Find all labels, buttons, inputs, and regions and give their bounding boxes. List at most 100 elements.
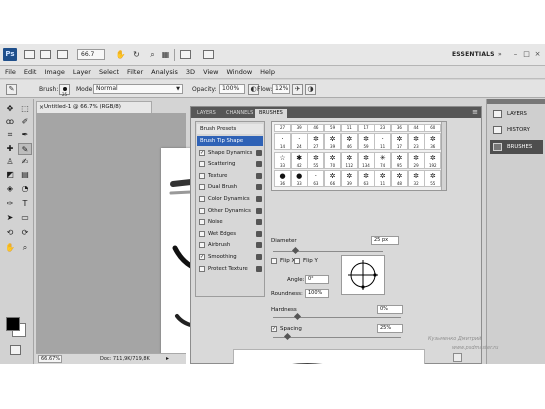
quick-mask-icon[interactable] xyxy=(10,345,21,355)
brush-tip-thumb[interactable]: ☆ 33 xyxy=(274,151,291,169)
3d-rotate-tool-icon[interactable]: ⟲ xyxy=(3,227,17,239)
arrange-documents-icon[interactable] xyxy=(180,50,191,59)
lock-icon[interactable] xyxy=(256,161,262,168)
rotate-view-icon[interactable]: ↻ xyxy=(131,49,142,60)
gradient-tool-icon[interactable]: ▤ xyxy=(18,169,32,181)
brush-tool-icon[interactable]: ✎ xyxy=(18,143,32,155)
shape-tool-icon[interactable]: ▭ xyxy=(18,212,32,224)
tab-channels[interactable]: CHANNELS xyxy=(222,109,257,118)
hand-tool-icon[interactable]: ✋ xyxy=(115,49,126,60)
setting-row[interactable]: Dual Brush xyxy=(197,182,263,192)
spacing-slider[interactable] xyxy=(273,337,401,338)
view-extras-icon[interactable] xyxy=(57,50,68,59)
brush-tip-thumb[interactable]: 11 xyxy=(340,124,358,132)
brush-tip-thumb[interactable]: · 11 xyxy=(374,133,392,150)
menu-filter[interactable]: Filter xyxy=(127,68,143,76)
crop-tool-icon[interactable]: ⌗ xyxy=(3,129,17,141)
dock-brushes[interactable]: BRUSHES xyxy=(490,140,543,154)
quick-select-tool-icon[interactable]: ✐ xyxy=(18,116,32,128)
lock-icon[interactable] xyxy=(256,196,262,202)
healing-tool-icon[interactable]: ✚ xyxy=(3,143,17,155)
grid-icon[interactable]: ▦ xyxy=(160,49,171,60)
tab-brushes[interactable]: BRUSHES xyxy=(255,109,287,118)
brush-tip-thumb[interactable]: · 14 xyxy=(274,133,291,150)
lock-icon[interactable] xyxy=(256,184,262,191)
setting-row[interactable]: Airbrush xyxy=(197,240,263,250)
brush-tip-thumb[interactable]: ✲ 46 xyxy=(340,133,358,150)
diameter-field[interactable]: 25 px xyxy=(371,236,399,245)
brush-tip-thumb[interactable]: ✲ 32 xyxy=(407,170,425,187)
brush-tip-thumb[interactable]: 27 xyxy=(274,124,291,132)
angle-roundness-widget[interactable] xyxy=(341,255,385,295)
brush-tip-thumb[interactable]: 46 xyxy=(307,124,325,132)
setting-checkbox[interactable] xyxy=(199,196,205,202)
dodge-tool-icon[interactable]: ◔ xyxy=(18,183,32,195)
setting-row[interactable]: Scattering xyxy=(197,159,263,169)
brush-tip-thumb[interactable]: 39 xyxy=(290,124,308,132)
workspace-switcher[interactable]: ESSENTIALS xyxy=(452,51,495,58)
menu-help[interactable]: Help xyxy=(260,68,275,76)
brush-tip-thumb[interactable]: ✲ 59 xyxy=(357,133,375,150)
zoom-tool-icon[interactable]: ⌕ xyxy=(18,242,32,254)
brush-tip-thumb[interactable]: ✲ 95 xyxy=(390,151,408,169)
workspace-arrow-icon[interactable]: » xyxy=(498,51,502,58)
brush-tip-thumb[interactable]: ● 33 xyxy=(290,170,308,187)
blur-tool-icon[interactable]: ◈ xyxy=(3,183,17,195)
menu-3d[interactable]: 3D xyxy=(186,68,195,76)
setting-checkbox[interactable] xyxy=(199,230,205,237)
lasso-tool-icon[interactable]: ꝏ xyxy=(3,116,17,128)
menu-select[interactable]: Select xyxy=(99,68,119,76)
airbrush-icon[interactable]: ✈ xyxy=(292,84,303,95)
brush-tip-thumb[interactable]: 23 xyxy=(374,124,392,132)
clone-stamp-tool-icon[interactable]: ♙ xyxy=(3,156,17,168)
flip-y-checkbox[interactable] xyxy=(294,258,300,264)
hardness-slider[interactable] xyxy=(273,317,401,318)
brush-tip-thumb[interactable]: ✲ 66 xyxy=(324,170,342,187)
bridge-icon[interactable] xyxy=(24,50,35,59)
history-brush-tool-icon[interactable]: ✍ xyxy=(18,156,32,168)
brush-tip-thumb[interactable]: ✲ 55 xyxy=(424,170,442,187)
setting-checkbox[interactable] xyxy=(199,265,205,272)
eyedropper-tool-icon[interactable]: ✒ xyxy=(18,129,32,141)
setting-row[interactable]: ✓ Shape Dynamics xyxy=(197,148,263,158)
brush-tip-thumb[interactable]: ✲ 17 xyxy=(390,133,408,150)
brush-tip-thumb[interactable]: · 63 xyxy=(307,170,325,187)
lock-icon[interactable] xyxy=(256,172,262,179)
setting-checkbox[interactable] xyxy=(199,172,205,179)
brush-tip-thumb[interactable]: ✲ 29 xyxy=(407,151,425,169)
setting-checkbox[interactable] xyxy=(199,219,205,226)
screen-mode-icon[interactable] xyxy=(203,50,214,59)
lock-icon[interactable] xyxy=(256,207,262,214)
zoom-level-field[interactable]: 66.7 xyxy=(77,49,105,60)
foreground-color-swatch[interactable] xyxy=(6,317,20,331)
setting-row[interactable]: Color Dynamics xyxy=(197,194,263,204)
brush-tip-thumb[interactable]: 60 xyxy=(424,124,442,132)
setting-row[interactable]: Texture xyxy=(197,171,263,181)
setting-row[interactable]: Brush Tip Shape xyxy=(197,136,263,146)
setting-checkbox[interactable] xyxy=(199,184,205,191)
type-tool-icon[interactable]: T xyxy=(18,198,32,210)
brush-tip-thumb[interactable]: ✲ 134 xyxy=(357,151,375,169)
spacing-slider-thumb[interactable] xyxy=(283,332,292,341)
brush-tip-thumb[interactable]: 36 xyxy=(390,124,408,132)
maximize-button[interactable]: □ xyxy=(522,50,531,59)
setting-checkbox[interactable]: ✓ xyxy=(199,149,205,156)
opacity-field[interactable]: 100% xyxy=(219,84,245,94)
lock-icon[interactable] xyxy=(256,230,262,237)
mode-select[interactable]: Normal ▼ xyxy=(93,84,183,94)
spacing-field[interactable]: 25% xyxy=(377,324,403,333)
brush-tip-thumb[interactable]: ✲ 23 xyxy=(407,133,425,150)
angle-field[interactable]: 0° xyxy=(305,275,329,284)
brush-tip-thumb[interactable]: ✲ 112 xyxy=(340,151,358,169)
menu-window[interactable]: Window xyxy=(227,68,253,76)
hand-tool-icon[interactable]: ✋ xyxy=(3,242,17,254)
diameter-slider-thumb[interactable] xyxy=(291,246,300,255)
marquee-tool-icon[interactable]: ⬚ xyxy=(18,103,32,115)
brush-tip-thumb[interactable]: ✲ 55 xyxy=(307,151,325,169)
diameter-slider[interactable] xyxy=(273,251,383,252)
setting-row[interactable]: ✓ Smoothing xyxy=(197,252,263,262)
tab-layers[interactable]: LAYERS xyxy=(193,109,220,118)
setting-checkbox[interactable] xyxy=(199,242,205,249)
brush-tip-thumb[interactable]: ✲ 70 xyxy=(324,151,342,169)
brush-tip-thumb[interactable]: ✲ 11 xyxy=(374,170,392,187)
